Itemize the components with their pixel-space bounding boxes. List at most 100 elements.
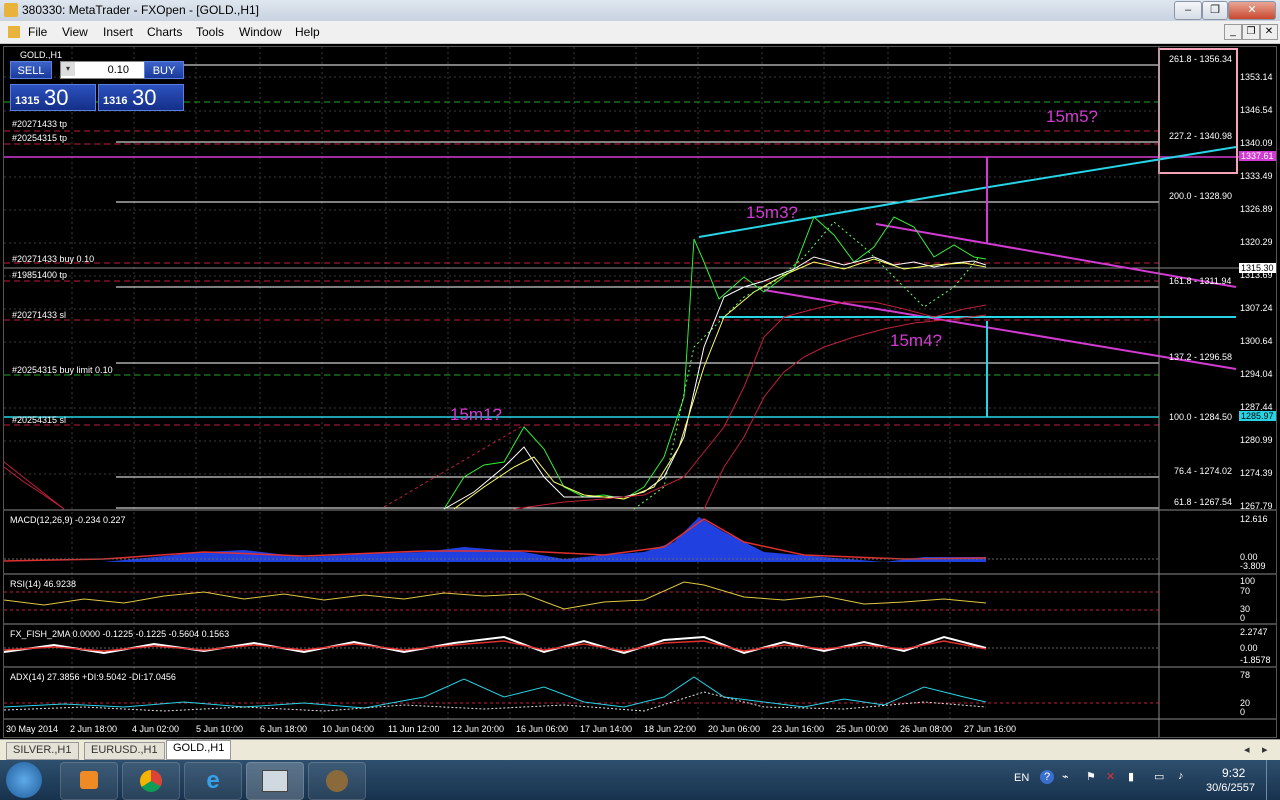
price-tick: 1353.14: [1240, 72, 1273, 82]
chrome-icon[interactable]: [122, 762, 180, 800]
menu-window[interactable]: Window: [239, 25, 282, 39]
adx-lines: [4, 676, 1159, 712]
time-tick: 10 Jun 04:00: [322, 724, 375, 734]
minimize-button[interactable]: –: [1174, 1, 1202, 20]
clock-time[interactable]: 9:32: [1222, 766, 1245, 780]
menu-bar: File View Insert Charts Tools Window Hel…: [0, 21, 1280, 44]
wave-annotation: 15m5?: [1046, 107, 1098, 126]
time-tick: 20 Jun 06:00: [708, 724, 761, 734]
price-tick: 1274.39: [1240, 468, 1273, 478]
menu-file[interactable]: File: [28, 25, 47, 39]
wave-annotation: 15m3?: [746, 203, 798, 222]
fib-label: 137.2 - 1296.58: [1169, 352, 1233, 362]
price-tick: 1346.54: [1240, 105, 1273, 115]
signal-icon[interactable]: ▮: [1128, 770, 1134, 783]
buy-price[interactable]: 1316 30: [98, 84, 184, 111]
time-tick: 16 Jun 06:00: [516, 724, 569, 734]
price-tick: 1320.29: [1240, 237, 1273, 247]
time-tick: 11 Jun 12:00: [388, 724, 440, 734]
child-minimize-button[interactable]: _: [1224, 24, 1242, 40]
tab-scroll-left-icon[interactable]: ◂: [1244, 743, 1250, 756]
pink-zone-box: [1158, 48, 1238, 174]
fish-label: FX_FISH_2MA 0.0000 -0.1225 -0.1225 -0.56…: [10, 629, 230, 639]
order-label: #20254315 tp: [12, 133, 68, 143]
network-icon[interactable]: ⌁: [1062, 770, 1069, 783]
child-restore-button[interactable]: ❐: [1242, 24, 1260, 40]
show-desktop-button[interactable]: [1266, 760, 1280, 800]
price-tick: 1333.49: [1240, 171, 1273, 181]
time-tick: 18 Jun 22:00: [644, 724, 697, 734]
help-icon[interactable]: ?: [1040, 770, 1054, 784]
wave-annotation: 15m4?: [890, 331, 942, 350]
adx-axis-tick: 78: [1240, 670, 1251, 680]
rsi-axis-tick: 70: [1240, 586, 1251, 596]
time-tick: 17 Jun 14:00: [580, 724, 633, 734]
monitor-icon[interactable]: ▭: [1154, 770, 1164, 783]
chart-tab-bar: SILVER.,H1 EURUSD.,H1 GOLD.,H1 ◂ ▸: [0, 739, 1280, 760]
fish-lines: [4, 635, 1159, 655]
metatrader-taskbar-icon[interactable]: [246, 762, 304, 800]
time-tick: 12 Jun 20:00: [452, 724, 505, 734]
volume-icon[interactable]: ♪: [1178, 770, 1184, 782]
order-label: #19851400 tp: [12, 270, 68, 280]
price-tag-pink: 1337.61: [1239, 151, 1276, 161]
menu-insert[interactable]: Insert: [103, 25, 133, 39]
child-close-button[interactable]: ✕: [1260, 24, 1278, 40]
fib-label: 261.8 - 1356.34: [1169, 54, 1233, 64]
fib-label: 161.8 - 1311.94: [1169, 276, 1232, 286]
adx-axis-tick: 0: [1240, 707, 1246, 717]
buy-price-small: 1316: [103, 95, 128, 107]
tab-eurusd[interactable]: EURUSD.,H1: [84, 742, 165, 760]
sell-price[interactable]: 1315 30: [10, 84, 96, 111]
adx-label: ADX(14) 27.3856 +DI:9.5042 -DI:17.0456: [10, 672, 176, 682]
document-icon[interactable]: [8, 26, 20, 38]
window-title: 380330: MetaTrader - FXOpen - [GOLD.,H1]: [22, 3, 259, 17]
symbol-label: GOLD.,H1: [20, 50, 63, 60]
tab-gold[interactable]: GOLD.,H1: [166, 740, 232, 760]
price-tick: 1340.09: [1240, 138, 1273, 148]
fib-label: 227.2 - 1340.98: [1169, 131, 1233, 141]
menu-view[interactable]: View: [62, 25, 88, 39]
rsi-axis-tick: 100: [1240, 576, 1256, 586]
fish-axis-tick: -1.8578: [1240, 655, 1271, 665]
order-label: #20271433 sl: [12, 310, 67, 320]
sell-price-small: 1315: [15, 95, 40, 107]
rsi-label: RSI(14) 46.9238: [10, 579, 77, 589]
buy-price-big: 30: [132, 85, 157, 110]
fib-label: 61.8 - 1267.54: [1174, 497, 1233, 507]
alert-icon[interactable]: ✕: [1106, 770, 1115, 783]
close-button[interactable]: ✕: [1228, 1, 1276, 20]
lot-spin-icon[interactable]: ▾: [61, 62, 75, 76]
menu-tools[interactable]: Tools: [196, 25, 224, 39]
menu-help[interactable]: Help: [295, 25, 320, 39]
language-indicator[interactable]: EN: [1014, 772, 1029, 784]
menu-charts[interactable]: Charts: [147, 25, 182, 39]
media-app-icon[interactable]: [308, 762, 366, 800]
title-bar: 380330: MetaTrader - FXOpen - [GOLD.,H1]…: [0, 0, 1280, 21]
trendlines: [4, 146, 1237, 510]
time-tick: 4 Jun 02:00: [132, 724, 180, 734]
order-label: #20271433 buy 0.10: [12, 254, 95, 264]
fish-axis-tick: 0.00: [1240, 643, 1258, 653]
time-tick: 5 Jun 10:00: [196, 724, 244, 734]
time-tick: 27 Jun 16:00: [964, 724, 1017, 734]
buy-button[interactable]: BUY: [144, 61, 184, 79]
price-tick: 1307.24: [1240, 303, 1273, 313]
sell-button[interactable]: SELL: [10, 61, 52, 79]
price-tick: 1326.89: [1240, 204, 1273, 214]
internet-explorer-icon[interactable]: e: [184, 762, 242, 800]
chart-window[interactable]: GOLD.,H1 SELL 0.10 ▾ BUY 1315 30 1316 30…: [3, 46, 1277, 738]
macd-axis-tick: -3.809: [1240, 561, 1266, 571]
restore-button[interactable]: ❐: [1202, 1, 1228, 20]
tab-scroll-right-icon[interactable]: ▸: [1262, 743, 1268, 756]
flag-icon[interactable]: ⚑: [1086, 770, 1096, 783]
media-player-icon[interactable]: [60, 762, 118, 800]
start-orb-icon[interactable]: [6, 762, 42, 798]
tab-silver[interactable]: SILVER.,H1: [6, 742, 79, 760]
one-click-trading-panel: SELL 0.10 ▾ BUY 1315 30 1316 30: [10, 61, 184, 113]
clock-date[interactable]: 30/6/2557: [1206, 782, 1255, 794]
fib-label: 76.4 - 1274.02: [1174, 466, 1233, 476]
price-tag-cyan: 1285.97: [1239, 411, 1276, 421]
time-tick: 25 Jun 00:00: [836, 724, 889, 734]
order-lines: [4, 101, 1159, 426]
